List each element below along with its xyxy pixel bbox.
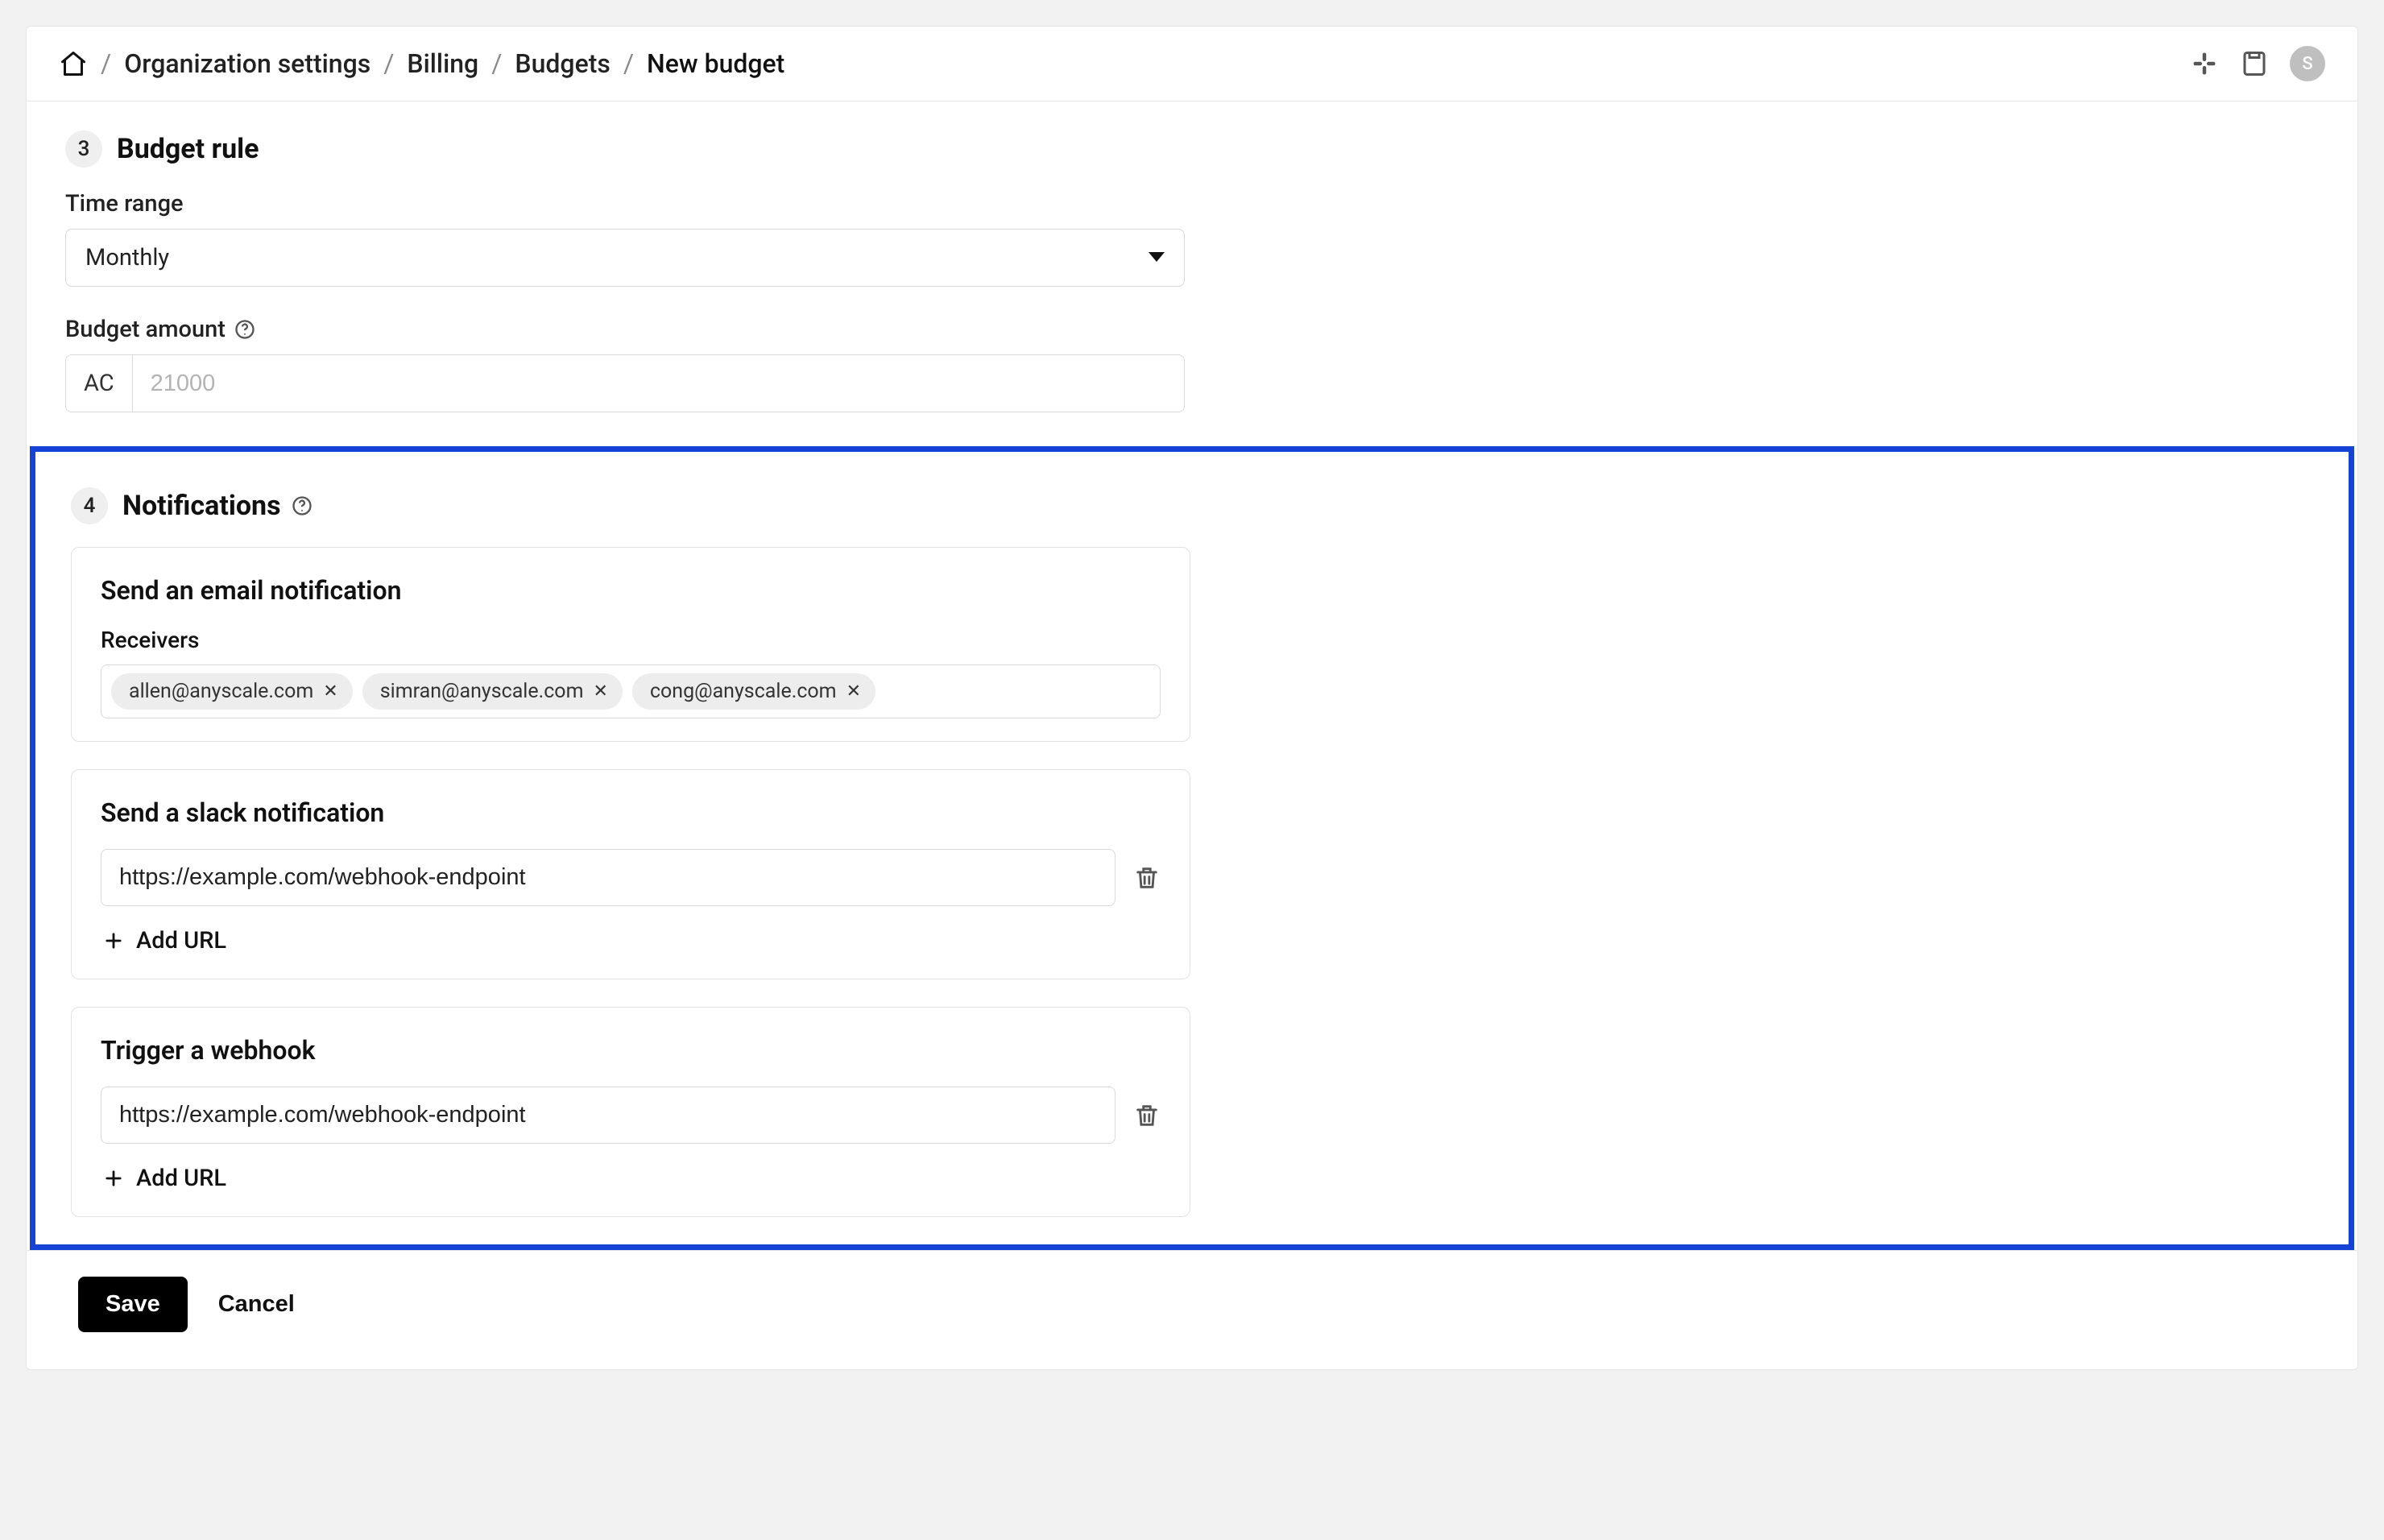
step-4-title: Notifications xyxy=(122,490,313,522)
home-icon[interactable] xyxy=(59,49,88,78)
slack-icon[interactable] xyxy=(2190,49,2219,78)
help-icon[interactable] xyxy=(234,318,256,341)
receiver-chip: allen@anyscale.com ✕ xyxy=(111,673,353,710)
step-4-header: 4 Notifications xyxy=(71,487,1190,524)
budget-amount-input-group: AC xyxy=(65,354,1185,412)
breadcrumb-new-budget: New budget xyxy=(647,48,784,79)
step-4-badge: 4 xyxy=(71,487,108,524)
step-3-header: 3 Budget rule xyxy=(65,130,1185,168)
currency-prefix: AC xyxy=(66,355,133,412)
chip-label: allen@anyscale.com xyxy=(129,680,313,703)
chevron-down-icon xyxy=(1149,244,1165,271)
step-4-title-text: Notifications xyxy=(122,490,281,522)
time-range-value: Monthly xyxy=(85,244,169,271)
breadcrumb-sep: / xyxy=(491,48,502,79)
avatar[interactable]: S xyxy=(2290,46,2325,81)
webhook-url-row xyxy=(101,1087,1161,1144)
time-range-label: Time range xyxy=(65,190,1185,217)
add-webhook-url-button[interactable]: Add URL xyxy=(101,1160,228,1194)
add-url-label: Add URL xyxy=(136,1165,226,1192)
step-3-badge: 3 xyxy=(65,130,102,168)
notifications-highlight: 4 Notifications Send an email notificati… xyxy=(30,446,2354,1250)
step-3-title: Budget rule xyxy=(117,133,259,165)
docs-icon[interactable] xyxy=(2240,49,2269,78)
breadcrumb-sep: / xyxy=(383,48,394,79)
chip-label: cong@anyscale.com xyxy=(650,680,837,703)
delete-icon[interactable] xyxy=(1133,864,1161,892)
webhook-card-title: Trigger a webhook xyxy=(101,1035,1161,1066)
breadcrumb-billing[interactable]: Billing xyxy=(407,48,478,79)
webhook-card: Trigger a webhook Add URL xyxy=(71,1007,1190,1217)
slack-url-input[interactable] xyxy=(101,849,1115,906)
time-range-select[interactable]: Monthly xyxy=(65,229,1185,287)
add-url-label: Add URL xyxy=(136,927,226,954)
budget-rule-section: 3 Budget rule Time range Monthly Budget … xyxy=(65,130,1185,412)
delete-icon[interactable] xyxy=(1133,1102,1161,1129)
footer-bar: Save Cancel xyxy=(27,1250,2357,1369)
slack-card-title: Send a slack notification xyxy=(101,797,1161,828)
breadcrumb-sep: / xyxy=(623,48,634,79)
cancel-button[interactable]: Cancel xyxy=(218,1291,295,1318)
add-slack-url-button[interactable]: Add URL xyxy=(101,922,228,956)
app-frame: / Organization settings / Billing / Budg… xyxy=(26,26,2358,1370)
slack-notification-card: Send a slack notification Add URL xyxy=(71,769,1190,979)
chip-label: simran@anyscale.com xyxy=(380,680,584,703)
chip-remove-icon[interactable]: ✕ xyxy=(846,683,861,701)
budget-amount-label: Budget amount xyxy=(65,316,1185,343)
breadcrumb-budgets[interactable]: Budgets xyxy=(515,48,610,79)
header-bar: / Organization settings / Billing / Budg… xyxy=(27,27,2357,101)
receiver-chip: cong@anyscale.com ✕ xyxy=(632,673,875,710)
help-icon[interactable] xyxy=(291,495,313,517)
webhook-url-input[interactable] xyxy=(101,1087,1115,1144)
breadcrumb-sep: / xyxy=(101,48,111,79)
receivers-label: Receivers xyxy=(101,627,1161,653)
content: 3 Budget rule Time range Monthly Budget … xyxy=(27,101,2357,1250)
breadcrumb: / Organization settings / Billing / Budg… xyxy=(59,48,784,79)
chip-remove-icon[interactable]: ✕ xyxy=(323,683,337,701)
header-actions: S xyxy=(2190,46,2325,81)
budget-amount-input[interactable] xyxy=(133,355,1184,412)
receivers-input[interactable]: allen@anyscale.com ✕ simran@anyscale.com… xyxy=(101,664,1161,718)
receiver-chip: simran@anyscale.com ✕ xyxy=(362,673,623,710)
budget-amount-label-text: Budget amount xyxy=(65,316,226,343)
chip-remove-icon[interactable]: ✕ xyxy=(594,683,608,701)
email-card-title: Send an email notification xyxy=(101,575,1161,606)
slack-url-row xyxy=(101,849,1161,906)
save-button[interactable]: Save xyxy=(78,1277,188,1332)
breadcrumb-org-settings[interactable]: Organization settings xyxy=(124,48,370,79)
email-notification-card: Send an email notification Receivers all… xyxy=(71,547,1190,742)
